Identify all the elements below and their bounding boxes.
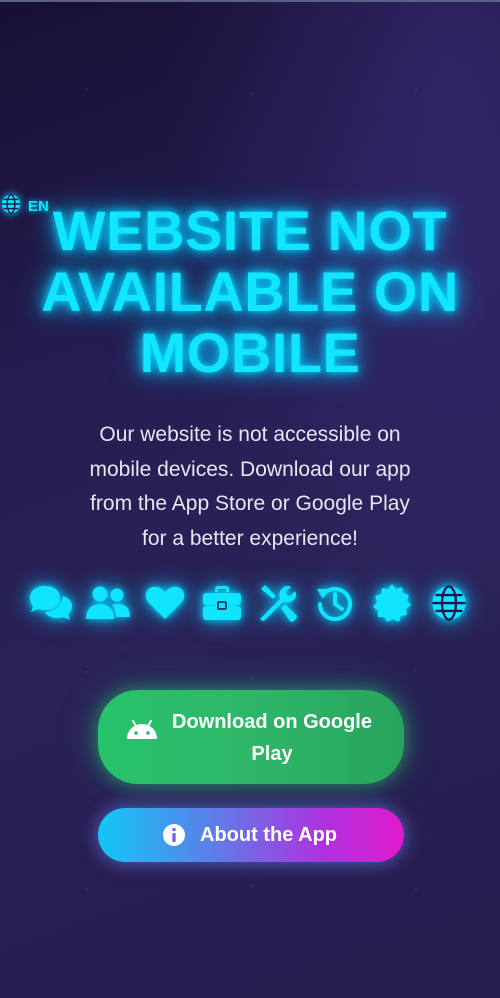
top-divider [0, 0, 500, 2]
background-dot [85, 888, 88, 891]
google-play-label-line: Play [251, 743, 293, 765]
about-app-button[interactable]: About the App [98, 808, 404, 862]
background-dot [414, 670, 417, 673]
comments-icon [28, 580, 74, 626]
description-line: Our website is not accessible on [99, 423, 401, 446]
download-google-play-button[interactable]: Download on Google Play [98, 690, 404, 784]
badge-icon [369, 580, 415, 626]
briefcase-icon [199, 580, 245, 626]
page-title: WEBSITE NOT AVAILABLE ON MOBILE [20, 200, 480, 383]
heart-icon [142, 580, 188, 626]
feature-icons-row [28, 580, 472, 626]
google-play-label-line: Download on Google [172, 711, 372, 733]
description-line: from the App Store or Google Play [90, 492, 410, 515]
info-circle-icon [162, 823, 186, 850]
users-icon [85, 580, 131, 626]
background-dot [85, 670, 88, 673]
background-dot [250, 92, 253, 95]
google-play-label: Download on Google Play [162, 706, 382, 770]
android-icon [126, 720, 158, 743]
background-dot [414, 88, 417, 91]
background-dot [250, 676, 253, 679]
tools-icon [255, 580, 301, 626]
globe-icon [0, 193, 22, 220]
background-dot [85, 88, 88, 91]
title-line: AVAILABLE ON [41, 260, 459, 323]
background-dot [414, 888, 417, 891]
description-line: for a better experience! [142, 526, 358, 550]
description: Our website is not accessible on mobile … [50, 418, 450, 556]
background-dot [250, 884, 253, 887]
history-icon [312, 580, 358, 626]
description-line: mobile devices. Download our app [89, 457, 411, 481]
title-line: WEBSITE NOT [52, 199, 448, 262]
title-line: MOBILE [139, 321, 361, 384]
globe-icon [426, 580, 472, 626]
about-app-label: About the App [200, 824, 338, 846]
